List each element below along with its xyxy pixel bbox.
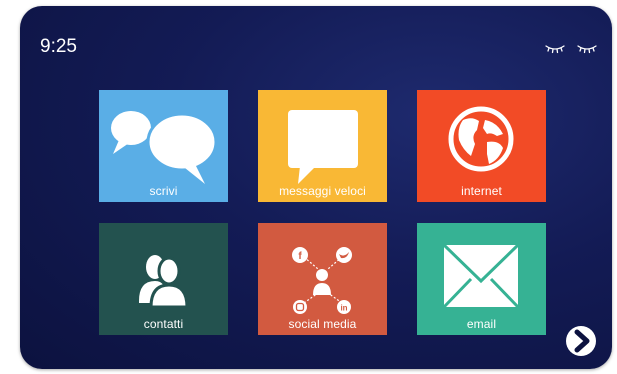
- tile-label: social media: [288, 317, 357, 331]
- tile-label: scrivi: [149, 184, 178, 198]
- tile-label: contatti: [143, 317, 184, 331]
- tile-scrivi[interactable]: scrivi: [99, 90, 228, 202]
- tile-contatti[interactable]: contatti: [99, 223, 228, 335]
- tile-social-media[interactable]: f in social media: [258, 223, 387, 335]
- chevron-right-icon: [574, 329, 590, 353]
- tile-label: messaggi veloci: [279, 184, 366, 198]
- clock: 9:25: [40, 36, 77, 57]
- tile-label: email: [466, 317, 497, 331]
- tile-messaggi-veloci[interactable]: messaggi veloci: [258, 90, 387, 202]
- tile-label: internet: [461, 184, 502, 198]
- tile-email[interactable]: email: [417, 223, 546, 335]
- tile-internet[interactable]: internet: [417, 90, 546, 202]
- closed-eyes-icon[interactable]: [544, 42, 600, 56]
- next-page-button[interactable]: [566, 326, 596, 356]
- svg-text:in: in: [340, 304, 347, 313]
- tablet-screen: 9:25 scrivi messaggi veloci internet con…: [20, 6, 612, 369]
